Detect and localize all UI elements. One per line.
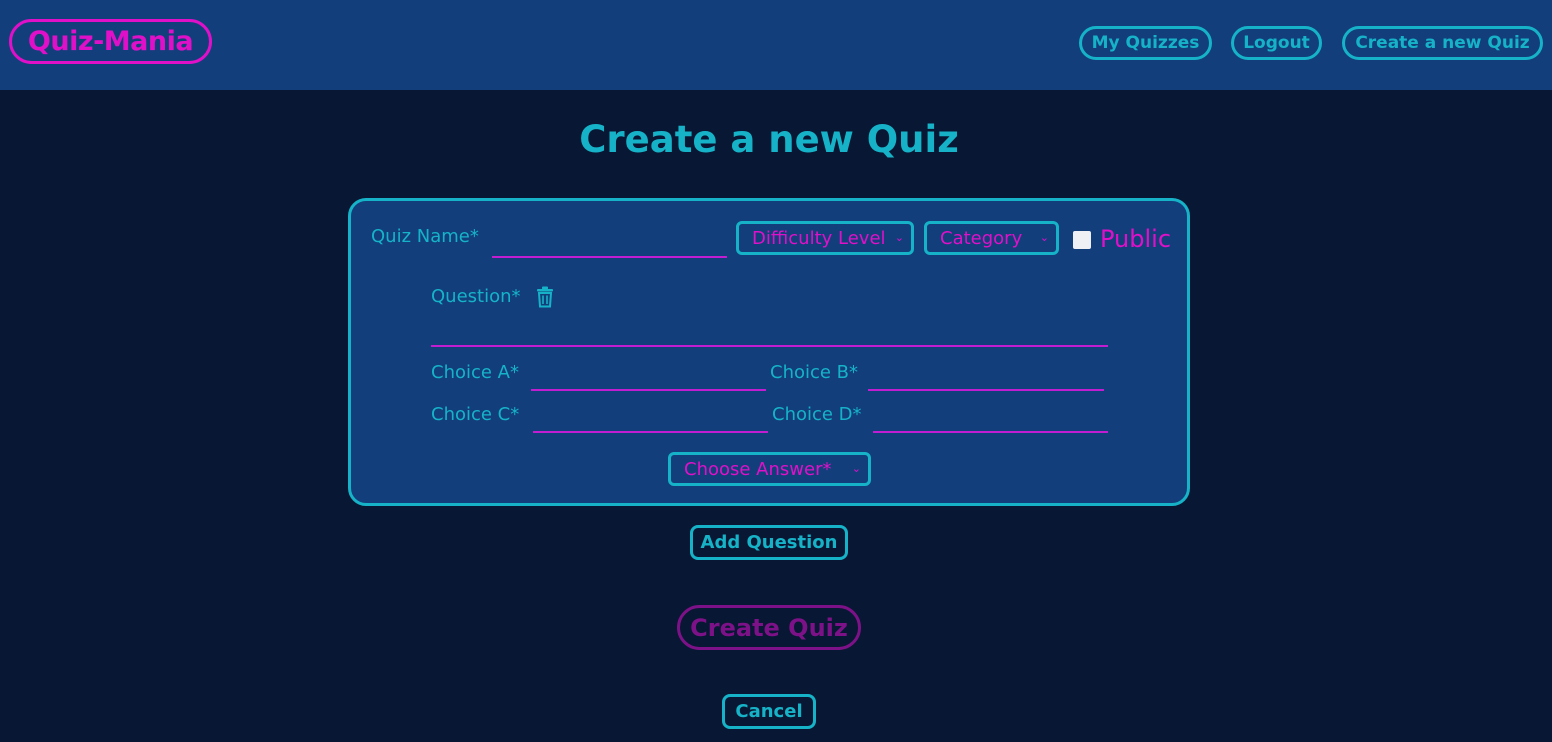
top-navbar: Quiz-Mania My Quizzes Logout Create a ne… [0, 0, 1552, 90]
site-logo[interactable]: Quiz-Mania [9, 19, 212, 64]
choice-d-label: Choice D* [772, 404, 862, 425]
choice-c-input[interactable] [533, 407, 768, 433]
public-label: Public [1100, 225, 1172, 253]
choose-answer-select[interactable]: Choose Answer* ⌄ [668, 452, 871, 486]
nav-my-quizzes-button[interactable]: My Quizzes [1079, 26, 1212, 60]
quiz-name-input[interactable] [492, 232, 727, 258]
choice-d-input[interactable] [873, 407, 1108, 433]
choice-c-label: Choice C* [431, 404, 520, 425]
choice-b-input[interactable] [868, 365, 1104, 391]
create-quiz-button[interactable]: Create Quiz [677, 605, 861, 650]
choice-a-input[interactable] [531, 365, 766, 391]
nav-create-quiz-button[interactable]: Create a new Quiz [1342, 26, 1543, 60]
nav-logout-button[interactable]: Logout [1231, 26, 1322, 60]
cancel-button[interactable]: Cancel [722, 694, 816, 729]
choose-answer-select-label: Choose Answer* [684, 458, 832, 480]
quiz-name-label: Quiz Name* [371, 226, 479, 247]
quiz-form-card: Quiz Name* Difficulty Level ⌄ Category ⌄… [348, 198, 1190, 506]
choice-b-label: Choice B* [770, 362, 859, 383]
chevron-down-icon: ⌄ [851, 462, 861, 475]
public-checkbox[interactable] [1073, 231, 1091, 249]
chevron-down-icon: ⌄ [1039, 231, 1049, 244]
category-select-label: Category [940, 227, 1023, 249]
choice-a-label: Choice A* [431, 362, 519, 383]
difficulty-level-select[interactable]: Difficulty Level ⌄ [736, 221, 914, 255]
question-label: Question* [431, 286, 521, 307]
category-select[interactable]: Category ⌄ [924, 221, 1059, 255]
difficulty-level-select-label: Difficulty Level [752, 227, 886, 249]
question-input[interactable] [431, 321, 1108, 347]
chevron-down-icon: ⌄ [894, 231, 904, 244]
trash-icon[interactable] [535, 286, 555, 308]
add-question-button[interactable]: Add Question [690, 525, 848, 560]
page-title: Create a new Quiz [579, 118, 959, 161]
